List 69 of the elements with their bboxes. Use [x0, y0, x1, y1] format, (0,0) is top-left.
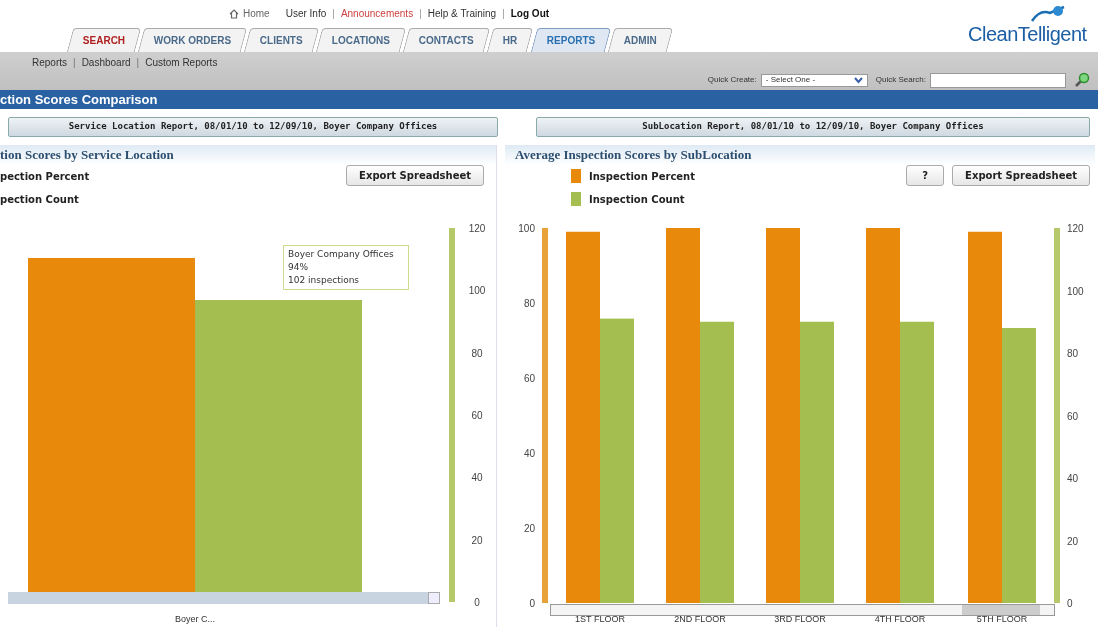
axis-tick-label: 20 — [1067, 535, 1079, 547]
axis-tick-label: 100 — [468, 285, 486, 297]
report-button[interactable]: Service Location Report, 08/01/10 to 12/09/10, Boyer Company Offices — [8, 117, 498, 138]
nav-link[interactable]: Log Out — [510, 6, 550, 21]
axis-tick-label: 40 — [471, 472, 483, 484]
axis-tick-label: 40 — [523, 448, 535, 459]
export-button[interactable]: Export Spreadsheet — [346, 165, 484, 186]
axis-tick-label: 100 — [1067, 285, 1084, 297]
axis-tick-label: 80 — [523, 298, 535, 309]
chart-tooltip: Boyer Company Offices 94% 102 inspections — [283, 245, 409, 290]
axis-tick-label: 120 — [1067, 223, 1084, 234]
legend-label: Inspection Count — [589, 193, 685, 207]
axis-tick-label: 0 — [474, 597, 480, 608]
link-divider: | — [501, 7, 506, 21]
help-button[interactable]: ? — [906, 165, 945, 186]
axis-tick-label: 20 — [471, 534, 483, 546]
export-button[interactable]: Export Spreadsheet — [952, 165, 1090, 186]
nav-link[interactable]: Announcements — [340, 6, 414, 21]
axis-tick-label: 0 — [529, 598, 535, 609]
category-label: 2ND FLOOR — [674, 614, 726, 624]
subnav-link[interactable]: Custom Reports — [145, 54, 218, 70]
home-icon — [229, 8, 239, 19]
brand-logo[interactable]: CleanTelligent — [968, 0, 1098, 52]
nav-link[interactable]: Home — [243, 6, 270, 21]
link-divider: | — [135, 55, 141, 70]
legend-label: Inspection Percent — [589, 170, 695, 184]
axis-tick-label: 60 — [471, 410, 483, 421]
nav-tab[interactable]: HR — [487, 28, 534, 52]
legend-label: pection Percent — [0, 170, 90, 184]
field-label: Quick Search: — [875, 74, 926, 86]
axis-tick-label: 60 — [523, 373, 535, 384]
chart-title: Average Inspection Scores by SubLocation — [515, 146, 752, 165]
axis-tick-label: 100 — [518, 223, 535, 234]
axis-tick-label: 60 — [1067, 410, 1079, 422]
field-label: Quick Create: — [707, 74, 757, 86]
category-label: 1ST FLOOR — [575, 614, 625, 624]
axis-tick-label: 120 — [468, 223, 486, 234]
category-label: 5TH FLOOR — [976, 614, 1028, 624]
axis-tick-label: 80 — [1067, 348, 1079, 359]
legend-label: pection Count — [0, 193, 79, 207]
nav-tab[interactable]: WORK ORDERS — [138, 28, 248, 52]
subnav-link[interactable]: Reports — [32, 54, 67, 70]
search-field[interactable] — [930, 72, 1066, 88]
report-button[interactable]: SubLocation Report, 08/01/10 to 12/09/10, Boyer Company Offices — [536, 117, 1090, 138]
link-divider: | — [331, 7, 336, 21]
nav-tab[interactable]: REPORTS — [530, 28, 612, 52]
nav-link[interactable]: Help & Training — [427, 6, 497, 21]
nav-tab[interactable]: CLIENTS — [244, 28, 320, 52]
link-divider: | — [418, 7, 423, 21]
link-divider: | — [72, 55, 77, 70]
nav-tab[interactable]: LOCATIONS — [316, 28, 407, 52]
axis-tick-label: 20 — [523, 523, 535, 534]
category-label: 4TH FLOOR — [874, 614, 926, 624]
nav-tab[interactable]: CONTACTS — [403, 28, 491, 52]
scrollbar[interactable] — [550, 604, 1055, 616]
quick-create-select[interactable]: - Select One - — [760, 73, 868, 87]
category-label: Boyer C... — [175, 614, 215, 624]
nav-tab[interactable]: SEARCH — [66, 28, 142, 52]
nav-link[interactable]: User Info — [285, 6, 327, 21]
axis-tick-label: 0 — [1067, 598, 1073, 609]
category-label: 3RD FLOOR — [774, 614, 826, 624]
axis-tick-label: 80 — [471, 347, 483, 359]
nav-tab[interactable]: ADMIN — [607, 28, 673, 52]
chart-title: tion Scores by Service Location — [0, 146, 174, 165]
subnav-link[interactable]: Dashboard — [81, 54, 131, 70]
search-icon[interactable] — [1074, 72, 1090, 88]
page-title: ction Scores Comparison — [0, 90, 158, 109]
axis-tick-label: 40 — [1067, 473, 1079, 484]
chevron-down-icon — [853, 76, 863, 84]
